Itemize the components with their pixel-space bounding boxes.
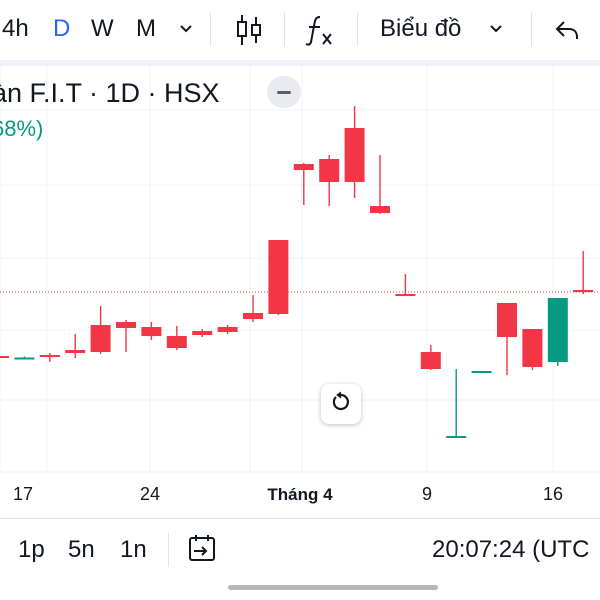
candle-body — [268, 240, 289, 314]
x-axis-tick-label: 17 — [13, 484, 33, 504]
top-toolbar: 4h D W M Biểu đồ — [0, 0, 600, 60]
candle-body — [141, 327, 162, 336]
time-zone-clock[interactable]: 20:07:24 (UTC — [432, 535, 589, 565]
candle-body — [522, 329, 543, 367]
interval-m-button[interactable]: M — [136, 14, 156, 44]
bottom-divider — [168, 533, 169, 567]
rotate-ccw-icon — [330, 391, 352, 418]
symbol-change-percent: 68%) — [0, 116, 44, 141]
x-axis-tick-label: 16 — [543, 484, 563, 504]
candle-body — [116, 322, 136, 328]
candle-body — [395, 294, 416, 296]
range-1p-button[interactable]: 1p — [18, 535, 45, 565]
x-axis-tick-label: Tháng 4 — [267, 485, 333, 504]
candle-body — [192, 331, 213, 335]
indicators-fx-icon[interactable] — [304, 14, 336, 51]
candle-body — [90, 325, 111, 352]
interval-w-button[interactable]: W — [91, 14, 114, 44]
range-5n-button[interactable]: 5n — [68, 535, 95, 565]
interval-4h-button[interactable]: 4h — [2, 14, 29, 44]
home-indicator — [228, 585, 438, 590]
interval-dropdown-chevron-icon[interactable] — [178, 22, 194, 41]
undo-icon[interactable] — [554, 18, 580, 47]
range-1n-button[interactable]: 1n — [120, 535, 147, 565]
chart-type-chevron-icon[interactable] — [488, 22, 504, 41]
bottom-toolbar: 1p 5n 1n 20:07:24 (UTC — [0, 518, 600, 581]
candle-body — [497, 303, 517, 337]
collapse-legend-button[interactable] — [267, 76, 301, 108]
toolbar-divider — [284, 12, 285, 46]
candle-body — [446, 436, 467, 438]
candle-body — [217, 327, 238, 332]
toolbar-divider — [210, 12, 211, 46]
candle-body — [14, 357, 35, 360]
candle-body — [573, 290, 594, 292]
candle-body — [166, 336, 187, 348]
candle-body — [0, 356, 9, 358]
symbol-legend-title[interactable]: àn F.I.T · 1D · HSX — [0, 78, 220, 109]
candle-body — [471, 371, 492, 373]
reset-chart-button[interactable] — [321, 384, 361, 424]
toolbar-divider — [531, 12, 532, 46]
interval-d-button[interactable]: D — [53, 14, 70, 44]
candlestick-chart[interactable]: 17 24 Tháng 4 9 16 — [0, 66, 600, 516]
candle-body — [65, 350, 86, 353]
chart-type-button[interactable]: Biểu đồ — [380, 14, 461, 44]
candle-body — [319, 159, 340, 182]
goto-date-icon[interactable] — [186, 533, 218, 570]
candle-body — [39, 355, 60, 357]
candle-body — [420, 352, 441, 369]
candles-icon[interactable] — [234, 13, 264, 52]
candle-body — [344, 128, 365, 182]
x-axis-tick-label: 24 — [140, 484, 160, 504]
candle-body — [243, 313, 263, 319]
candle-body — [370, 206, 390, 213]
toolbar-divider — [357, 12, 358, 46]
candle-body — [293, 164, 314, 170]
candle-body — [547, 298, 568, 362]
x-axis-tick-label: 9 — [422, 484, 432, 504]
